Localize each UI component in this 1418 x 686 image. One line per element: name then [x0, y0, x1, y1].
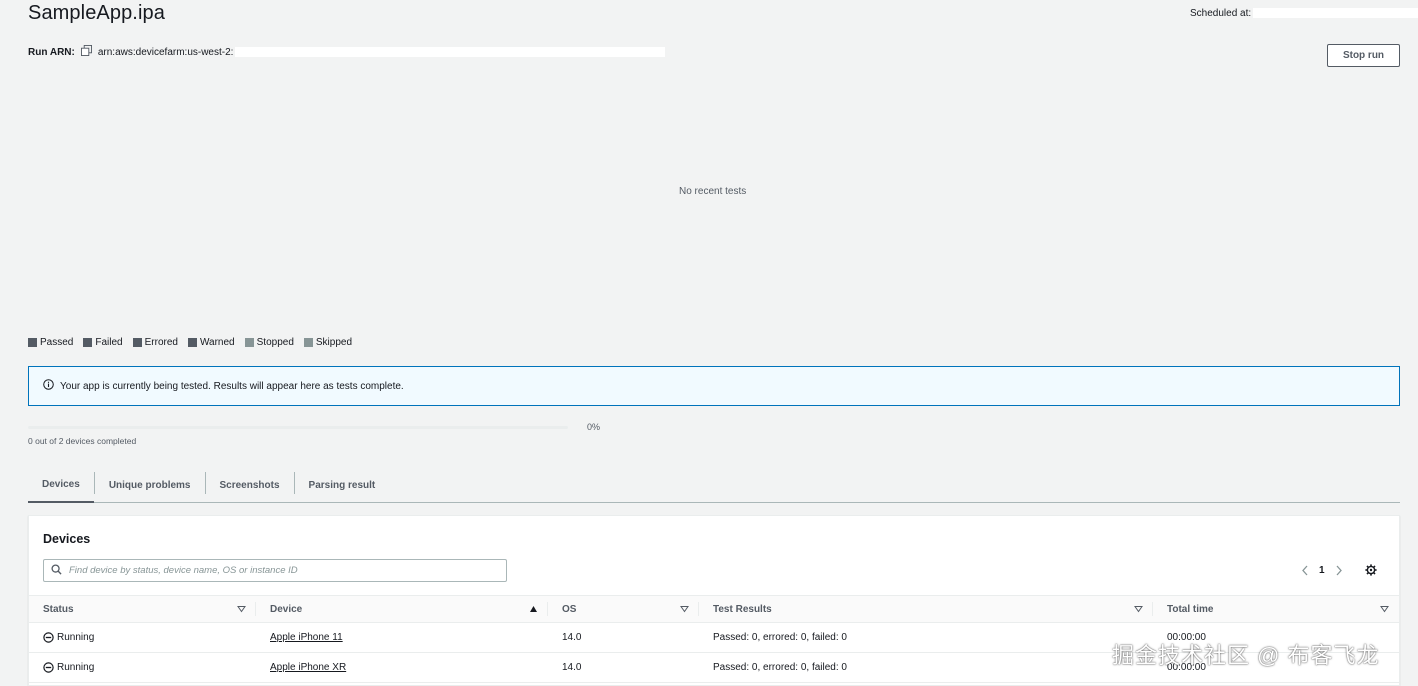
column-label: OS: [562, 603, 577, 615]
legend-swatch: [132, 338, 142, 347]
sort-caret-icon: [1134, 606, 1143, 613]
column-os[interactable]: OS: [548, 596, 699, 622]
test-results-cell: Passed: 0, errored: 0, failed: 0: [713, 662, 847, 673]
next-page-icon[interactable]: [1335, 565, 1343, 576]
legend-label: Passed: [40, 337, 74, 348]
column-label: Device: [270, 603, 303, 615]
tab-devices[interactable]: Devices: [28, 468, 94, 503]
device-search-input[interactable]: [67, 564, 491, 577]
scheduled-at: Scheduled at:: [1190, 8, 1418, 19]
scheduled-label: Scheduled at:: [1190, 8, 1252, 19]
status-cell: Running: [29, 662, 256, 673]
run-arn-value: arn:aws:devicefarm:us-west-2:: [98, 47, 666, 58]
progress-status: 0 out of 2 devices completed: [28, 436, 137, 446]
column-label: Status: [43, 603, 74, 615]
alert-message: Your app is currently being tested. Resu…: [60, 380, 404, 392]
run-arn-label: Run ARN:: [28, 46, 75, 58]
pagination: 1: [1301, 564, 1377, 576]
device-search[interactable]: [43, 559, 507, 582]
status-cell: Running: [29, 632, 256, 643]
tab-bar: Devices Unique problems Screenshots Pars…: [28, 468, 1400, 503]
stop-run-button[interactable]: Stop run: [1327, 44, 1400, 67]
os-cell: 14.0: [562, 662, 582, 673]
legend-swatch: [303, 338, 313, 347]
legend-label: Warned: [199, 337, 235, 348]
column-label: Test Results: [713, 603, 772, 615]
status-text: Running: [57, 632, 95, 643]
legend-skipped[interactable]: Skipped: [303, 337, 353, 348]
info-alert: Your app is currently being tested. Resu…: [28, 366, 1400, 406]
running-status-icon: [43, 662, 54, 673]
os-cell: 14.0: [562, 632, 582, 643]
run-arn: Run ARN: arn:aws:devicefarm:us-west-2:: [28, 45, 666, 59]
legend-errored[interactable]: Errored: [132, 337, 178, 348]
sort-caret-icon: [237, 606, 246, 613]
sort-ascending-icon: [530, 606, 537, 612]
device-link[interactable]: Apple iPhone XR: [270, 662, 346, 673]
legend-swatch: [28, 338, 37, 347]
redacted-region: [1253, 8, 1418, 19]
status-text: Running: [57, 662, 95, 673]
legend-stopped[interactable]: Stopped: [244, 337, 294, 348]
page-title: SampleApp.ipa: [28, 2, 165, 24]
legend-failed[interactable]: Failed: [83, 337, 123, 348]
tab-parsing-result[interactable]: Parsing result: [295, 468, 390, 502]
tab-screenshots[interactable]: Screenshots: [206, 468, 294, 502]
legend-passed[interactable]: Passed: [28, 337, 73, 348]
column-device[interactable]: Device: [256, 596, 548, 622]
column-label: Total time: [1167, 603, 1214, 615]
device-link[interactable]: Apple iPhone 11: [270, 632, 343, 643]
tab-unique-problems[interactable]: Unique problems: [95, 468, 205, 502]
legend-swatch: [83, 338, 93, 347]
table-header: Status Device OS Test Results Total time: [29, 595, 1399, 623]
column-test-results[interactable]: Test Results: [699, 596, 1153, 622]
running-status-icon: [43, 632, 54, 643]
run-arn-text: arn:aws:devicefarm:us-west-2:: [97, 46, 234, 58]
column-total-time[interactable]: Total time: [1153, 596, 1399, 622]
legend-warned[interactable]: Warned: [187, 337, 235, 348]
test-results-cell: Passed: 0, errored: 0, failed: 0: [713, 632, 847, 643]
sort-caret-icon: [1380, 606, 1389, 613]
no-recent-tests: No recent tests: [679, 186, 747, 197]
gear-icon[interactable]: [1364, 564, 1377, 576]
column-status[interactable]: Status: [29, 596, 256, 622]
legend-label: Errored: [144, 337, 178, 348]
watermark-text: 掘金技术社区 @ 布客飞龙: [1112, 643, 1380, 668]
legend-label: Failed: [95, 337, 123, 348]
device-cell: Apple iPhone 11: [256, 632, 548, 643]
current-page[interactable]: 1: [1319, 565, 1325, 576]
redacted-region: [235, 46, 666, 57]
info-icon: [43, 379, 54, 393]
sort-caret-icon: [680, 606, 689, 613]
search-icon: [44, 562, 62, 580]
legend-label: Skipped: [315, 337, 353, 348]
legend-label: Stopped: [256, 337, 294, 348]
previous-page-icon[interactable]: [1301, 565, 1309, 576]
devices-panel-title: Devices: [43, 532, 91, 546]
result-legend: Passed Failed Errored Warned Stopped Ski…: [28, 337, 352, 348]
legend-swatch: [187, 338, 197, 347]
device-cell: Apple iPhone XR: [256, 662, 548, 673]
progress-percent: 0%: [587, 422, 601, 432]
legend-swatch: [244, 338, 254, 347]
copy-icon[interactable]: [80, 45, 92, 59]
progress-bar: [28, 426, 568, 429]
